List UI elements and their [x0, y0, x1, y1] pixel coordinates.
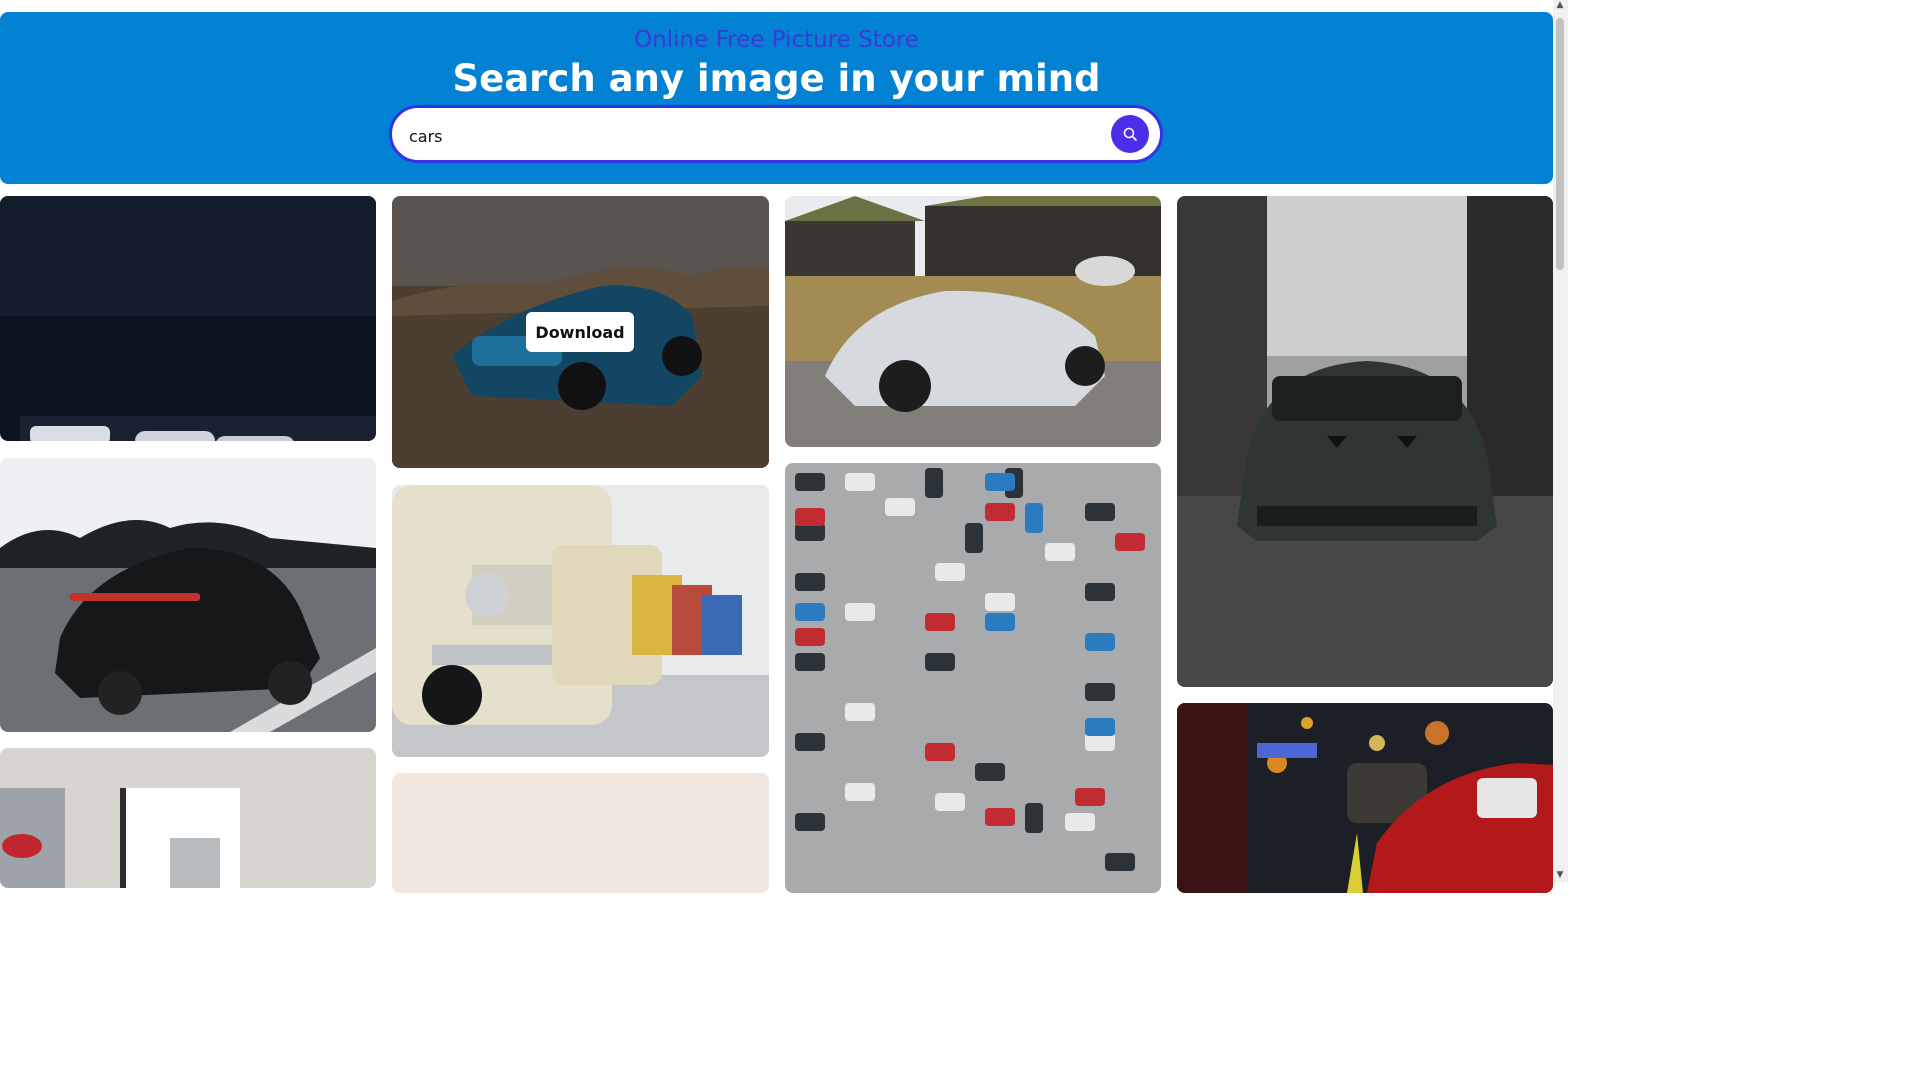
- image-card[interactable]: [785, 196, 1161, 447]
- scroll-up-icon[interactable]: ▲: [1555, 0, 1565, 10]
- scroll-down-icon[interactable]: ▼: [1555, 870, 1565, 880]
- image-card[interactable]: [392, 485, 769, 757]
- image-card[interactable]: [1177, 703, 1553, 893]
- image-card[interactable]: [0, 458, 376, 732]
- search-input[interactable]: [407, 118, 1101, 154]
- site-subtitle: Online Free Picture Store: [634, 27, 919, 53]
- image-card[interactable]: [0, 196, 376, 441]
- search-button[interactable]: [1111, 115, 1149, 153]
- image-vintage-bmw: [392, 485, 769, 757]
- image-card[interactable]: [392, 773, 769, 893]
- image-mclaren-houses: [785, 196, 1161, 447]
- page-title: Search any image in your mind: [452, 57, 1101, 100]
- scrollbar-thumb[interactable]: [1556, 18, 1564, 270]
- image-card[interactable]: [0, 748, 376, 888]
- image-parking-lot: [785, 463, 1161, 893]
- hero-banner: Online Free Picture Store Search any ima…: [0, 12, 1553, 184]
- search-bar: [389, 105, 1163, 163]
- download-button[interactable]: Download: [526, 312, 634, 352]
- image-interior-room: [0, 748, 376, 888]
- search-icon: [1123, 127, 1137, 141]
- image-white-camaro-garage: [0, 196, 376, 441]
- image-red-car-night: [1177, 703, 1553, 893]
- image-card[interactable]: [785, 463, 1161, 893]
- image-beige-blank: [392, 773, 769, 893]
- image-ferrari-street: [1177, 196, 1553, 687]
- image-black-porsche: [0, 458, 376, 732]
- image-card[interactable]: [1177, 196, 1553, 687]
